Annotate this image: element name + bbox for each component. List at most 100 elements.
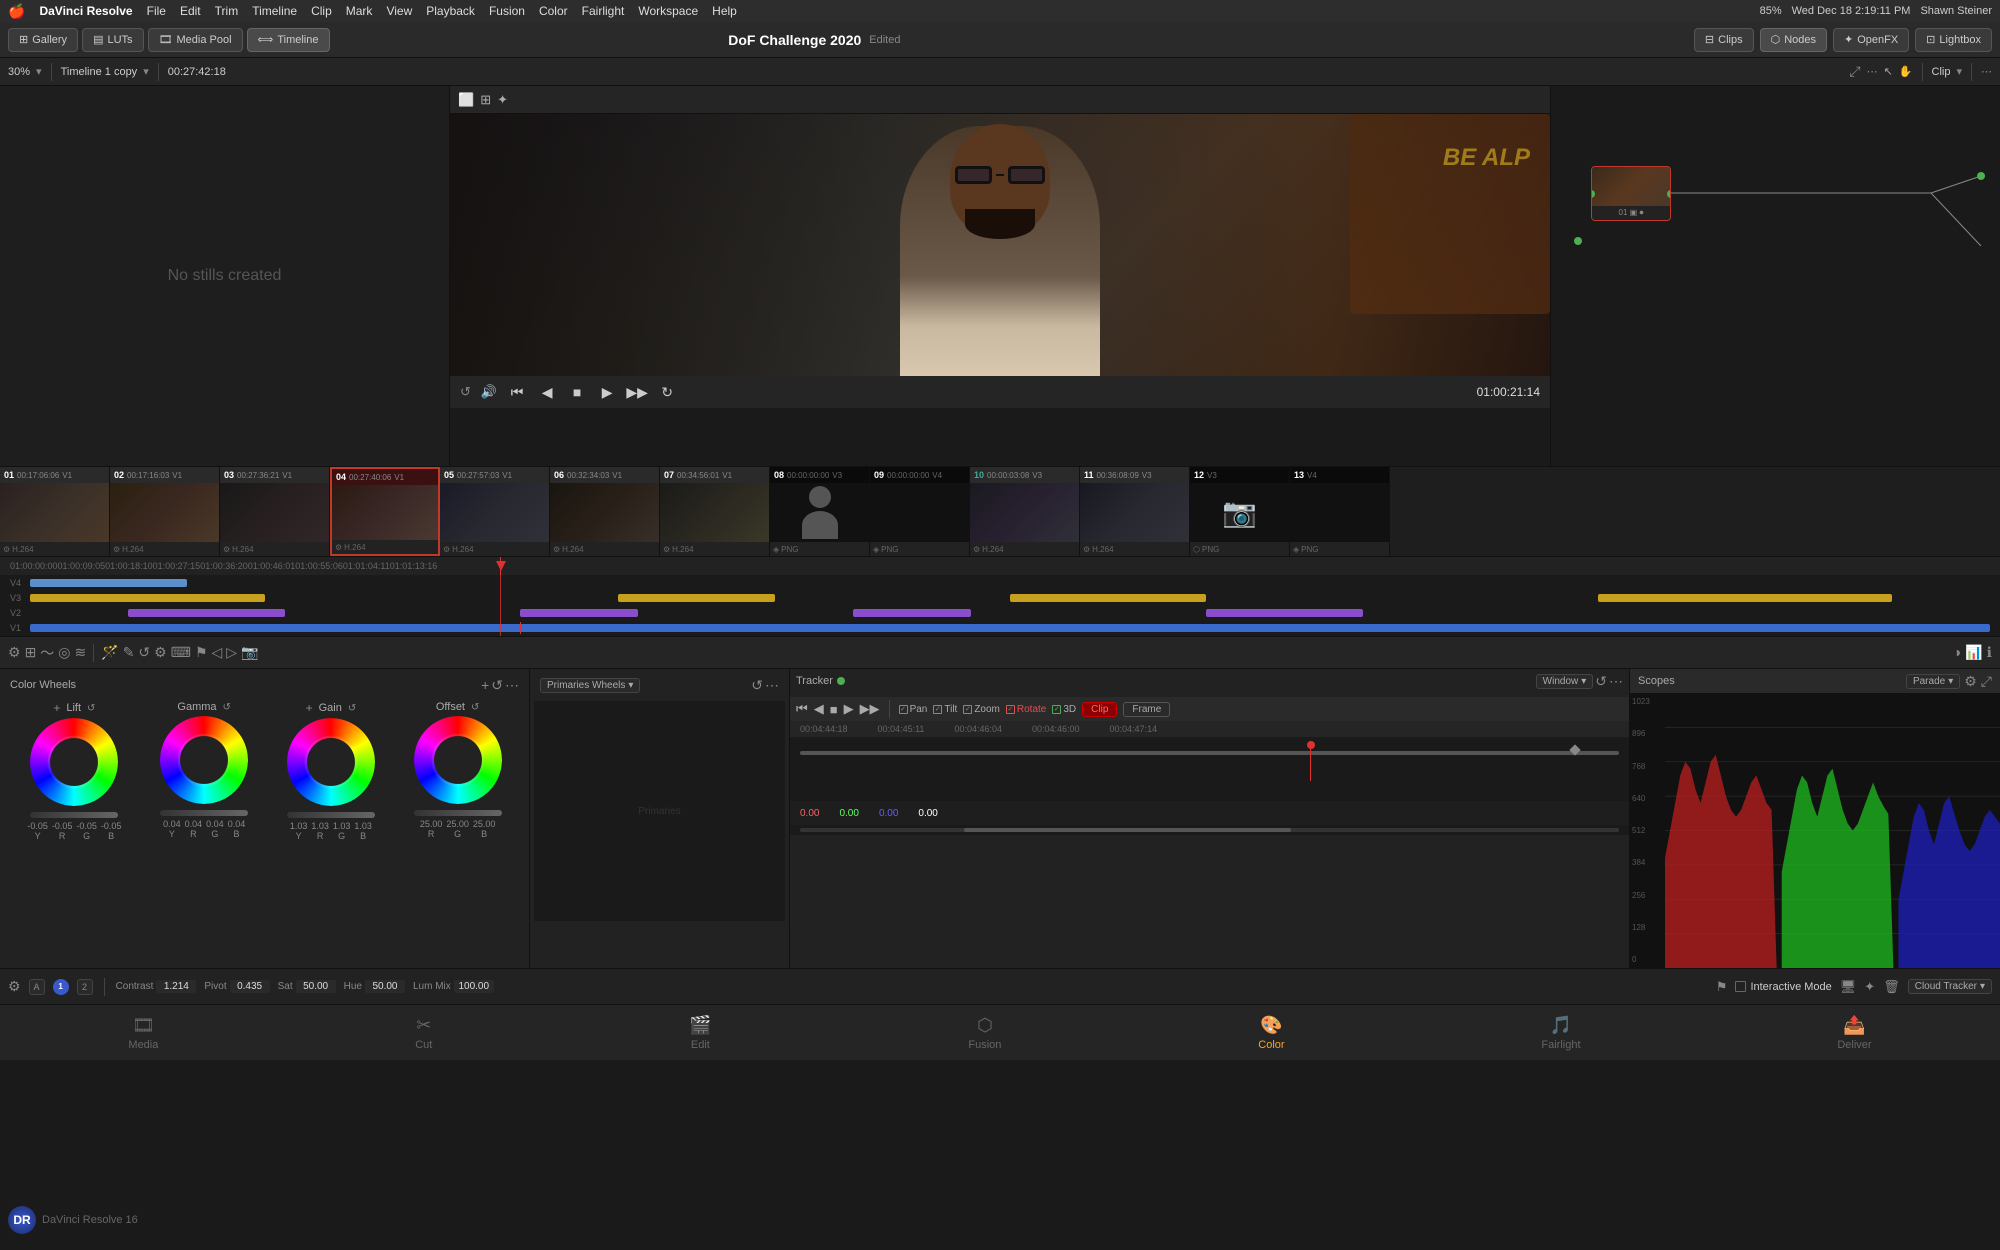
nav-fusion[interactable]: ⬡ Fusion [948,1011,1021,1055]
gamma-wheel-dot[interactable] [200,756,208,764]
gain-reset-icon[interactable]: ↺ [348,703,356,714]
tracker-next-icon[interactable]: ▶▶ [860,701,880,717]
timeline-tracks[interactable]: V4 V3 V2 V1 [0,575,2000,636]
lum-mix-value[interactable]: 100.00 [454,980,494,993]
menu-trim[interactable]: Trim [215,4,239,18]
clip-item-06[interactable]: 06 00:32:34:03 V1 ⚙ H.264 [550,467,660,556]
gamma-reset-icon[interactable]: ↺ [223,702,231,713]
settings-tool-icon[interactable]: ⚙ [8,978,21,995]
tracker-play-icon[interactable]: ▶ [844,701,854,717]
stop-btn[interactable]: ■ [567,382,587,402]
clip-item-04[interactable]: 04 00:27:40:06 V1 ⚙ H.264 [330,467,440,556]
window-dropdown[interactable]: Window ▾ [1536,674,1594,689]
lift-wheel-dot[interactable] [70,758,78,766]
3d-checkbox[interactable]: ✓ [1052,705,1061,714]
prev-icon[interactable]: ◁ [212,644,223,661]
lift-add-icon[interactable]: + [53,701,60,715]
pivot-value[interactable]: 0.435 [230,980,270,993]
rotate-checkbox[interactable]: ✓ [1006,705,1015,714]
clip-item-02[interactable]: 02 00:17:16:03 V1 ⚙ H.264 [110,467,220,556]
cloud-tracker-dropdown[interactable]: Cloud Tracker ▾ [1908,979,1992,994]
chart-icon[interactable]: 📊 [1965,644,1982,661]
pan-checkbox[interactable]: ✓ [899,705,908,714]
nodes-canvas[interactable]: 01 ▣ ⏺ [1551,86,2000,466]
clip-item-05[interactable]: 05 00:27:57:03 V1 ⚙ H.264 [440,467,550,556]
skip-start-btn[interactable]: ⏮ [507,382,527,402]
offset-wheel-dot[interactable] [454,756,462,764]
tab-gallery[interactable]: ⊞ Gallery [8,28,78,52]
tab-timeline[interactable]: ⟺ Timeline [247,28,330,52]
menu-color[interactable]: Color [539,4,568,18]
clip-dropdown-icon[interactable]: ▾ [1956,65,1962,78]
gain-slider[interactable] [287,812,375,818]
clip-item-12[interactable]: 12 V3 📷 ⬡ PNG [1190,467,1290,556]
magic-tool-icon[interactable]: ✦ [497,92,508,108]
monitor-icon[interactable]: 🖥 [1840,979,1857,995]
qualifiers-icon[interactable]: ◎ [58,644,70,661]
tracker-scrollbar[interactable] [800,828,1619,832]
tilt-checkbox[interactable]: ✓ [933,705,942,714]
wand-icon[interactable]: 🪄 [101,644,118,661]
motion-effects-icon[interactable]: ≋ [75,644,87,661]
delete-icon[interactable]: 🗑 [1883,979,1900,995]
clip-btn[interactable]: Clip [1082,702,1117,717]
tracker-menu-icon[interactable]: ⋯ [1609,673,1623,690]
tab-luts[interactable]: ▤ LUTs [82,28,143,52]
loop-playback-btn[interactable]: ↻ [657,382,677,402]
tab-media-pool[interactable]: 🎞 Media Pool [148,28,243,52]
clip-item-09[interactable]: 09 00:00:00:00 V4 ◈ PNG [870,467,970,556]
refresh-icon[interactable]: ↺ [138,644,150,661]
menu-timeline[interactable]: Timeline [252,4,297,18]
clip-item-07[interactable]: 07 00:34:56:01 V1 ⚙ H.264 [660,467,770,556]
gain-color-wheel[interactable] [287,718,375,806]
transform-tool-icon[interactable]: ⬜ [458,92,474,108]
clips-btn[interactable]: ⊟ Clips [1694,28,1754,52]
info-icon[interactable]: ℹ [1987,644,1992,661]
gamma-slider[interactable] [160,810,248,816]
openfx-btn[interactable]: ✦ OpenFX [1833,28,1909,52]
color-wheels-add-icon[interactable]: + [481,677,489,693]
settings2-icon[interactable]: ⚙ [154,644,167,661]
scopes-settings-icon[interactable]: ⚙ [1964,673,1977,690]
primaries-dropdown[interactable]: Primaries Wheels ▾ [540,678,640,693]
hand-icon[interactable]: ✋ [1899,65,1913,78]
next-icon[interactable]: ▷ [226,644,237,661]
menu-fusion[interactable]: Fusion [489,4,525,18]
menu-clip[interactable]: Clip [311,4,332,18]
zoom-checkbox[interactable]: ✓ [963,705,972,714]
menu-file[interactable]: File [147,4,166,18]
primaries-menu-icon[interactable]: ⋯ [765,677,779,694]
nav-fairlight[interactable]: 🎵 Fairlight [1521,1011,1600,1055]
tracker-refresh-icon[interactable]: ↺ [1595,673,1607,690]
clip-dropdown[interactable]: Clip [1932,66,1951,78]
nav-cut[interactable]: ✂ Cut [395,1011,452,1055]
menu-mark[interactable]: Mark [346,4,373,18]
menu-workspace[interactable]: Workspace [638,4,698,18]
nav-media[interactable]: 🎞 Media [108,1011,178,1055]
menu-help[interactable]: Help [712,4,737,18]
tracker-prev-icon[interactable]: ◀ [814,701,824,717]
zoom-level[interactable]: 30% [8,66,30,78]
color-wheels-mode-icon[interactable]: ⊞ [25,644,37,661]
menu-fairlight[interactable]: Fairlight [582,4,625,18]
viewer-expand-icon[interactable]: ⤢ [1849,63,1860,80]
interactive-mode-checkbox[interactable] [1735,981,1746,992]
frame-btn[interactable]: Frame [1123,702,1170,717]
clip-item-13[interactable]: 13 V4 ◈ PNG [1290,467,1390,556]
audio-icon[interactable]: 🔊 [481,384,497,400]
hue-value[interactable]: 50.00 [365,980,405,993]
lightbox-btn[interactable]: ⊡ Lightbox [1915,28,1992,52]
gain-wheel-dot[interactable] [327,758,335,766]
parade-dropdown[interactable]: Parade ▾ [1906,674,1960,689]
clip-item-08[interactable]: 08 00:00:00:00 V3 ◈ PNG [770,467,870,556]
viewer-settings-icon[interactable]: ⋯ [1867,65,1878,78]
menu-view[interactable]: View [386,4,412,18]
next-frame-btn[interactable]: ▶▶ [627,382,647,402]
highlight-icon[interactable]: ◑ [1953,644,1961,661]
lift-color-wheel[interactable] [30,718,118,806]
clip-item-01[interactable]: 01 00:17:06:06 V1 ⚙ H.264 [0,467,110,556]
offset-reset-icon[interactable]: ↺ [471,702,479,713]
tracker-scroll[interactable] [790,825,1629,835]
offset-color-wheel[interactable] [414,716,502,804]
color-wheels-reset-icon[interactable]: ↺ [491,677,503,694]
